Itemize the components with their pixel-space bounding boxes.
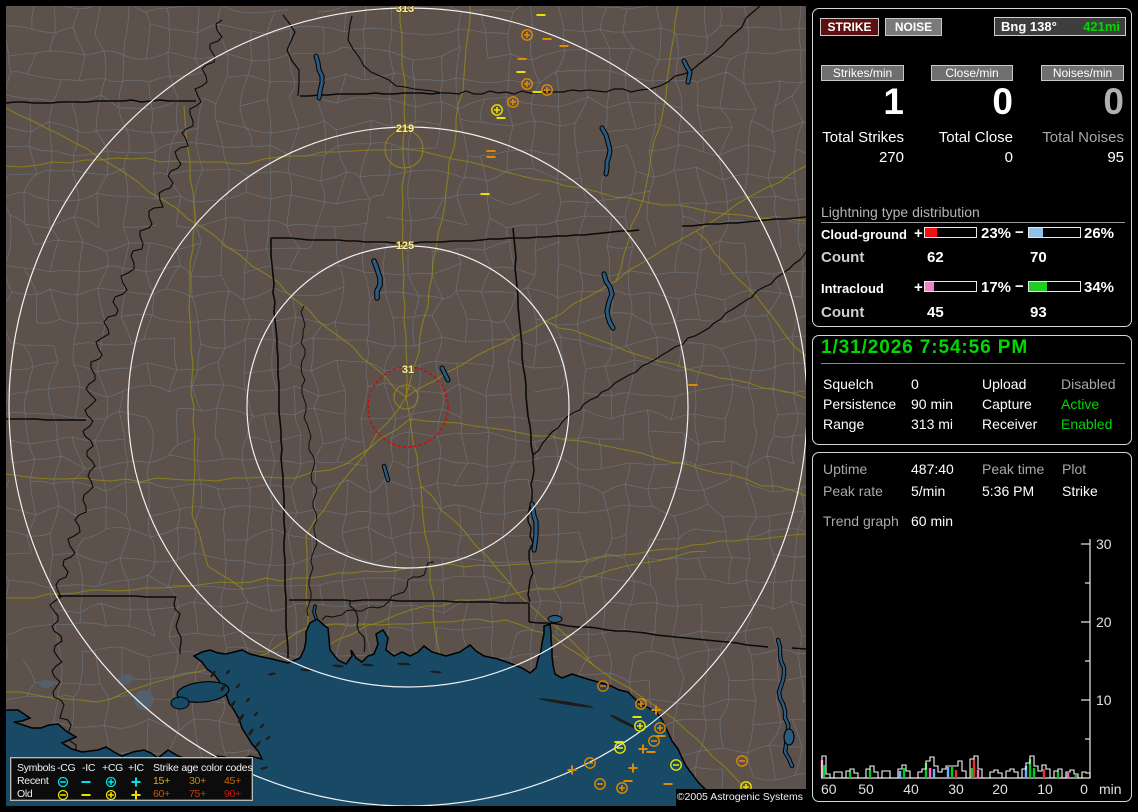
svg-text:30: 30: [1096, 536, 1112, 552]
svg-text:20: 20: [1096, 614, 1112, 630]
svg-text:40: 40: [903, 781, 919, 797]
svg-text:60: 60: [821, 781, 837, 797]
svg-text:313: 313: [396, 6, 414, 15]
svg-text:20: 20: [992, 781, 1008, 797]
svg-text:125: 125: [396, 240, 414, 252]
svg-text:50: 50: [858, 781, 874, 797]
svg-text:0: 0: [1080, 781, 1088, 797]
svg-text:31: 31: [402, 364, 414, 376]
svg-text:30: 30: [948, 781, 964, 797]
svg-text:219: 219: [396, 123, 414, 135]
svg-text:10: 10: [1096, 692, 1112, 708]
svg-text:min: min: [1099, 781, 1122, 797]
svg-text:10: 10: [1037, 781, 1053, 797]
